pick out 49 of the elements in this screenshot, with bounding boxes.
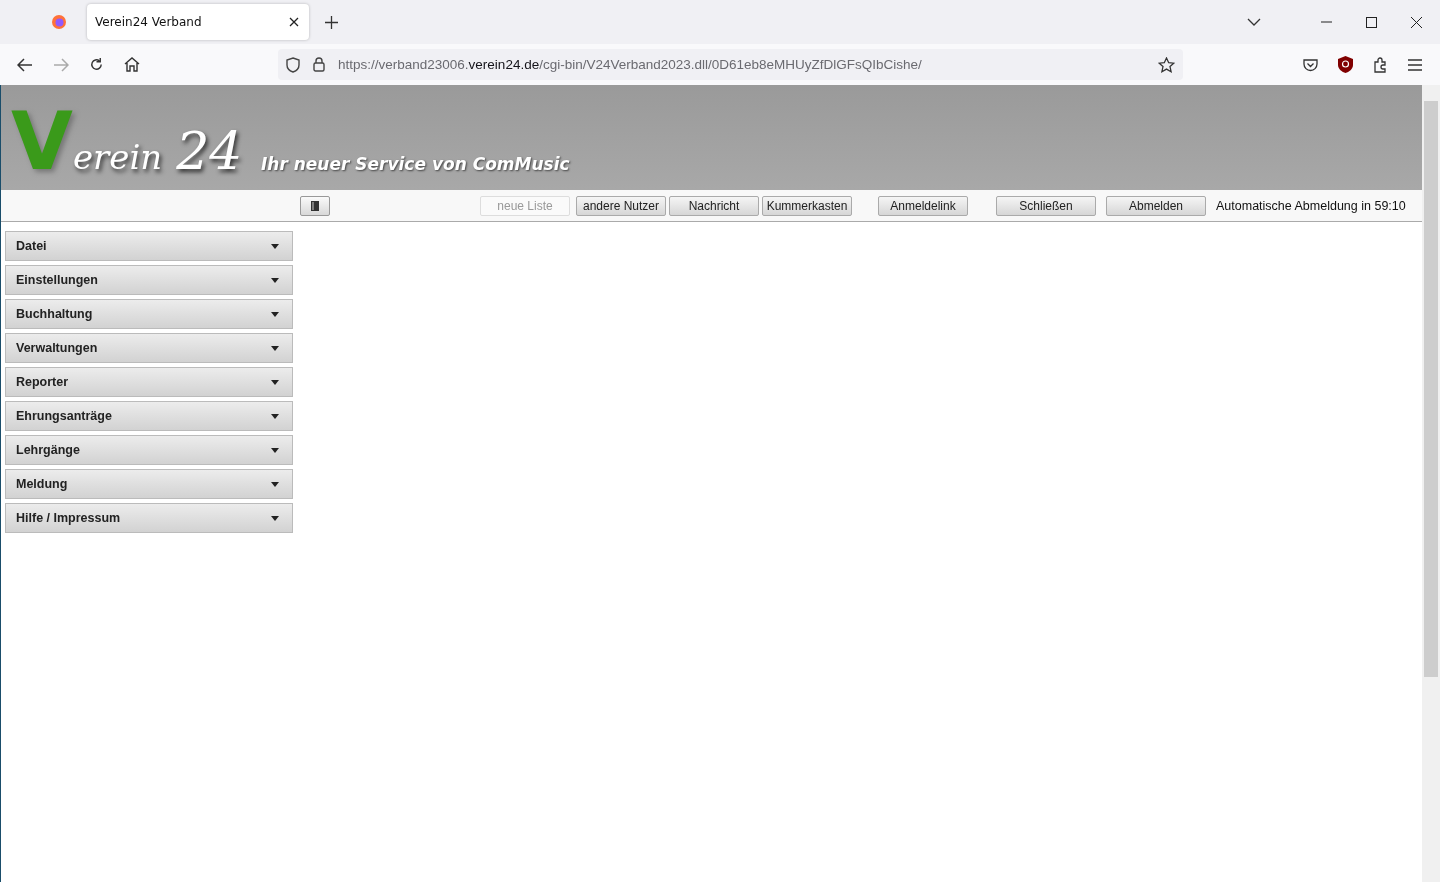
new-tab-icon[interactable]	[325, 15, 338, 29]
menu-item[interactable]: Reporter	[5, 367, 293, 397]
caret-icon	[271, 515, 279, 521]
browser-logo-icon	[50, 14, 67, 30]
reload-icon[interactable]	[89, 57, 104, 72]
menu-item[interactable]: Datei	[5, 231, 293, 261]
toolbar-button[interactable]: andere Nutzer	[576, 195, 666, 216]
site-logo: Verein 24	[10, 102, 244, 190]
toolbar-button[interactable]: Schließen	[996, 195, 1096, 216]
caret-icon	[271, 311, 279, 317]
menu-item[interactable]: Verwaltungen	[5, 333, 293, 363]
shield-icon[interactable]	[286, 56, 300, 73]
chevron-down-icon[interactable]	[1247, 18, 1261, 26]
close-icon[interactable]	[1411, 16, 1422, 28]
lock-icon[interactable]	[313, 57, 325, 72]
scrollbar[interactable]	[1422, 85, 1440, 882]
logout-timer: Automatische Abmeldung in 59:10	[1216, 198, 1406, 213]
toolbar-button[interactable]: Nachricht	[669, 195, 759, 216]
menu-item[interactable]: Ehrungsanträge	[5, 401, 293, 431]
slogan: Ihr neuer Service von ComMusic	[261, 154, 570, 174]
shield-extension-icon[interactable]	[1338, 56, 1353, 73]
url-text: https://verband23006.verein24.de/cgi-bin/V24Verband2023.dll/0D61eb8eMHUyZfDlGFsQIbCishe/	[338, 57, 922, 72]
caret-icon	[271, 277, 279, 283]
browser-tab[interactable]: Verein24 Verband	[87, 4, 309, 40]
pocket-icon[interactable]	[1303, 57, 1318, 72]
list-icon	[311, 200, 319, 211]
caret-icon	[271, 447, 279, 453]
caret-icon	[271, 481, 279, 487]
maximize-icon[interactable]	[1366, 16, 1377, 28]
caret-icon	[271, 413, 279, 419]
menu-item[interactable]: Meldung	[5, 469, 293, 499]
menu-item[interactable]: Buchhaltung	[5, 299, 293, 329]
toolbar-button[interactable]: Kummerkasten	[762, 195, 852, 216]
menu-icon[interactable]	[1408, 58, 1422, 71]
caret-icon	[271, 243, 279, 249]
list-icon-button[interactable]	[300, 195, 330, 216]
address-bar[interactable]: https://verband23006.verein24.de/cgi-bin/V24Verband2023.dll/0D61eb8eMHUyZfDlGFsQIbCishe/	[278, 49, 1183, 80]
menu-item[interactable]: Einstellungen	[5, 265, 293, 295]
close-icon[interactable]	[289, 17, 299, 27]
caret-icon	[271, 345, 279, 351]
puzzle-icon[interactable]	[1373, 56, 1388, 73]
toolbar-button[interactable]: Anmeldelink	[878, 195, 968, 216]
caret-icon	[271, 379, 279, 385]
menu-item[interactable]: Hilfe / Impressum	[5, 503, 293, 533]
home-icon[interactable]	[124, 57, 140, 72]
menu-item[interactable]: Lehrgänge	[5, 435, 293, 465]
toolbar-button[interactable]: Abmelden	[1106, 195, 1206, 216]
back-icon[interactable]	[17, 57, 33, 72]
star-icon[interactable]	[1158, 56, 1175, 73]
